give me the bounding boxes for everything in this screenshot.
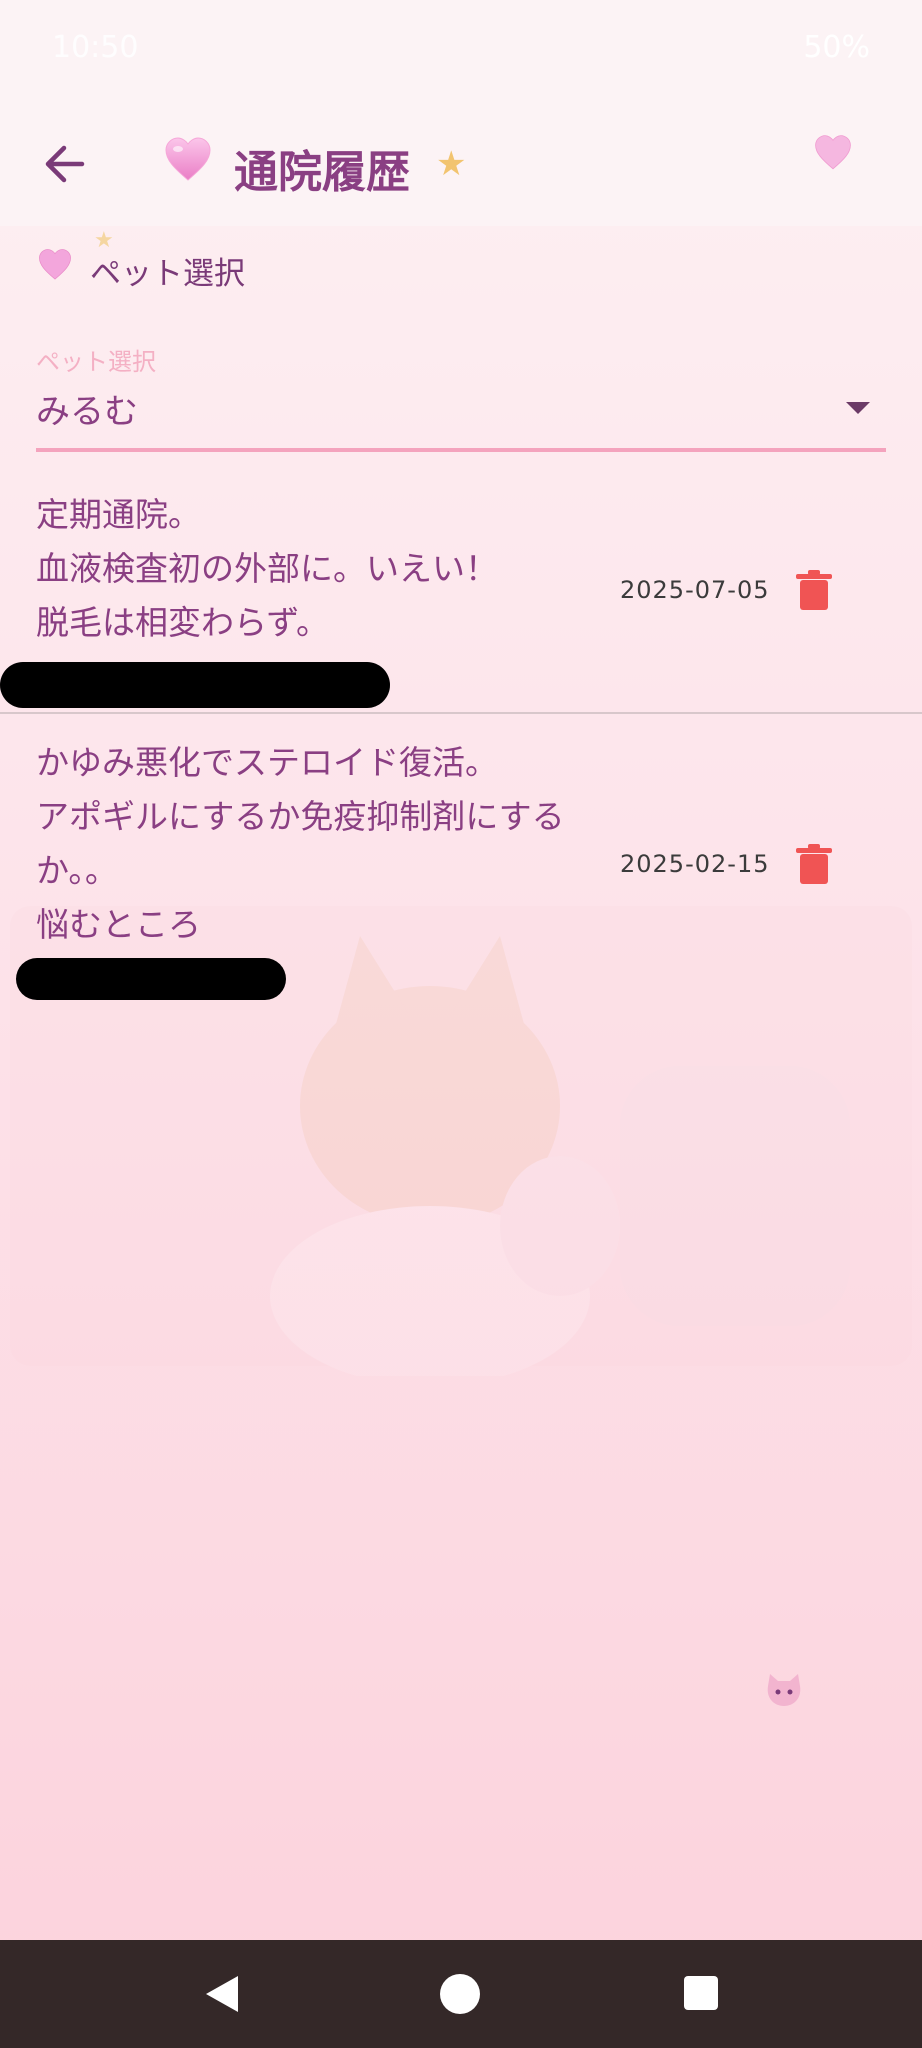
cat-face-icon — [767, 1674, 801, 1706]
status-bar: 10:50 50% — [0, 0, 922, 100]
heart-small-icon — [39, 249, 71, 280]
delete-trash-icon[interactable] — [796, 570, 832, 612]
nav-recents-button[interactable] — [684, 1976, 718, 2010]
nav-home-button[interactable] — [440, 1974, 480, 2014]
dropdown-arrow-icon — [846, 402, 870, 414]
back-button[interactable] — [34, 134, 94, 194]
pet-select-dropdown[interactable]: ペット選択 みるむ — [36, 338, 886, 452]
record-text: 定期通院。 血液検査初の外部に。いえい！ 脱毛は相変わらず。 — [36, 495, 498, 642]
page-title: 通院履歴 — [234, 147, 410, 198]
record-item[interactable]: 定期通院。 血液検査初の外部に。いえい！ 脱毛は相変わらず。 2025-07-0… — [0, 488, 922, 712]
record-text: かゆみ悪化でステロイド復活。 アポギルにするか免疫抑制剤にするか。。 悩むところ — [36, 743, 565, 944]
record-item[interactable]: かゆみ悪化でステロイド復活。 アポギルにするか免疫抑制剤にするか。。 悩むところ… — [0, 736, 922, 1006]
arrow-left-icon — [45, 145, 85, 183]
redacted-text — [0, 662, 390, 708]
nav-back-icon[interactable] — [204, 1974, 240, 2014]
star-icon: ★ — [436, 144, 467, 184]
heart-icon — [165, 137, 211, 181]
system-nav-bar — [0, 1940, 922, 2048]
record-date: 2025-02-15 — [620, 850, 770, 878]
pet-select-label: ペット選択 — [36, 348, 156, 376]
status-time: 10:50 — [52, 30, 139, 65]
app-bar: 通院履歴 ★ — [0, 100, 922, 226]
pet-select-value: みるむ — [36, 392, 138, 432]
pet-section-title: ペット選択 — [90, 256, 245, 292]
redacted-text — [16, 958, 286, 1000]
record-date: 2025-07-05 — [620, 576, 770, 604]
delete-trash-icon[interactable] — [796, 844, 832, 886]
status-battery: 50% — [803, 30, 870, 65]
record-divider — [0, 712, 922, 714]
heart-icon-right[interactable] — [814, 134, 852, 172]
